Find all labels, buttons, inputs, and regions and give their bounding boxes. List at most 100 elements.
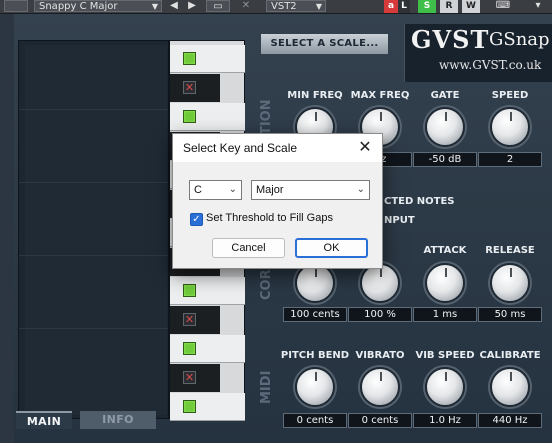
gvst-logo: GVST GSnap www.GVST.co.uk: [404, 24, 552, 82]
knob-indicator: [380, 372, 382, 381]
note-disabled-x-icon[interactable]: ✕: [183, 371, 196, 384]
knob-indicator: [510, 268, 512, 277]
detection-label-3: Speed: [491, 90, 529, 101]
chevron-down-icon: ⌄: [356, 184, 365, 195]
dialog-titlebar: Select Key and Scale ✕: [173, 134, 382, 162]
fill-gaps-label: Set Threshold to Fill Gaps: [206, 212, 333, 224]
correction-label-2: Attack: [423, 245, 467, 256]
logo-product: GSnap: [489, 29, 550, 50]
knob-indicator: [510, 372, 512, 381]
automation-l-button[interactable]: L: [398, 0, 410, 13]
midi-knob-1[interactable]: [360, 367, 400, 407]
note-enabled-led[interactable]: [183, 342, 196, 355]
midi-value-2: 1.0 Hz: [413, 413, 477, 428]
save-preset-icon[interactable]: ▭: [206, 0, 230, 12]
midi-knob-2[interactable]: [425, 367, 465, 407]
tab-info[interactable]: Info: [80, 411, 156, 429]
automation-a-button[interactable]: a: [384, 0, 398, 13]
correction-value-2: 1 ms: [413, 307, 477, 322]
preset-name: Snappy C Major: [39, 1, 118, 12]
note-disabled-x-icon[interactable]: ✕: [183, 313, 196, 326]
midi-value-0: 0 cents: [283, 413, 347, 428]
display-gridline: [19, 109, 168, 110]
detection-label-2: Gate: [430, 90, 460, 101]
midi-value-1: 0 cents: [348, 413, 412, 428]
key-select-value: C: [194, 184, 202, 196]
midi-value-3: 440 Hz: [478, 413, 542, 428]
pitch-display-grid: [25, 45, 167, 415]
knob-indicator: [315, 372, 317, 381]
chevron-down-icon[interactable]: ▾: [530, 0, 546, 12]
chevron-down-icon: ▼: [151, 2, 158, 11]
display-gridline: [19, 182, 168, 183]
detection-label-0: Min Freq: [287, 90, 343, 101]
knob-indicator: [445, 268, 447, 277]
input-label: nput: [384, 215, 415, 226]
midi-label-0: Pitch Bend: [280, 350, 350, 361]
detection-value-2: -50 dB: [413, 152, 477, 167]
note-enabled-led[interactable]: [183, 400, 196, 413]
keyboard-icon[interactable]: ⌨: [488, 0, 518, 12]
next-preset-icon[interactable]: ▶: [186, 0, 198, 12]
read-r-button[interactable]: R: [440, 0, 458, 13]
detection-knob-3[interactable]: [490, 107, 530, 147]
plugin-slot-dropdown[interactable]: VST2 ▼: [266, 0, 326, 12]
detection-knob-2[interactable]: [425, 107, 465, 147]
black-key: ✕: [170, 364, 220, 392]
key-select[interactable]: C ⌄: [189, 180, 242, 200]
note-enabled-led[interactable]: [183, 284, 196, 297]
preset-dropdown[interactable]: Snappy C Major ▼: [34, 0, 162, 12]
knob-indicator: [510, 112, 512, 121]
display-gridline: [19, 255, 168, 256]
black-key: ✕: [170, 306, 220, 334]
white-key: [170, 393, 245, 421]
select-key-scale-dialog: Select Key and Scale ✕ C ⌄ Major ⌄ ✓ Set…: [172, 133, 383, 269]
note-enabled-led[interactable]: [183, 52, 196, 65]
knob-indicator: [315, 112, 317, 121]
dialog-body: C ⌄ Major ⌄ ✓ Set Threshold to Fill Gaps…: [173, 162, 382, 268]
midi-label-1: Vibrato: [355, 350, 405, 361]
midi-knob-3[interactable]: [490, 367, 530, 407]
correction-knob-1[interactable]: [360, 263, 400, 303]
correction-knob-0[interactable]: [295, 263, 335, 303]
correction-knob-2[interactable]: [425, 263, 465, 303]
scale-select[interactable]: Major ⌄: [251, 180, 370, 200]
note-enabled-led[interactable]: [183, 110, 196, 123]
dialog-title: Select Key and Scale: [183, 141, 298, 155]
host-toolbar: Snappy C Major ▼ ◀ ▶ ▭ ✕ VST2 ▼ a L S R …: [0, 0, 552, 14]
correction-value-1: 100 %: [348, 307, 412, 322]
ok-button[interactable]: OK: [295, 238, 368, 258]
cancel-button[interactable]: Cancel: [212, 238, 285, 258]
prev-preset-icon[interactable]: ◀: [168, 0, 180, 12]
detection-label-1: Max Freq: [350, 90, 410, 101]
scale-select-value: Major: [256, 184, 284, 196]
knob-indicator: [315, 268, 317, 277]
fill-gaps-checkbox[interactable]: ✓: [190, 213, 203, 226]
logo-url: www.GVST.co.uk: [439, 58, 542, 72]
midi-label-3: Calibrate: [479, 350, 541, 361]
knob-indicator: [445, 372, 447, 381]
white-key: [170, 103, 245, 131]
knob-indicator: [445, 112, 447, 121]
left-border: [0, 14, 14, 443]
midi-label-2: Vib Speed: [415, 350, 475, 361]
midi-knob-0[interactable]: [295, 367, 335, 407]
detection-value-3: 2: [478, 152, 542, 167]
white-key: [170, 335, 245, 363]
host-menu-button[interactable]: [4, 0, 28, 12]
logo-brand: GVST: [411, 25, 490, 54]
write-w-button[interactable]: W: [462, 0, 480, 13]
knob-indicator: [380, 112, 382, 121]
chevron-down-icon: ⌄: [228, 184, 237, 195]
selected-notes-label: cted notes: [384, 196, 455, 207]
close-icon[interactable]: ✕: [356, 137, 374, 157]
display-gridline: [19, 328, 168, 329]
note-disabled-x-icon[interactable]: ✕: [183, 81, 196, 94]
chevron-down-icon: ▼: [315, 2, 322, 11]
select-scale-button[interactable]: Select a scale...: [260, 33, 389, 55]
tab-main[interactable]: Main: [16, 411, 72, 429]
sidechain-s-button[interactable]: S: [418, 0, 436, 13]
correction-value-0: 100 cents: [283, 307, 347, 322]
correction-knob-3[interactable]: [490, 263, 530, 303]
delete-preset-icon[interactable]: ✕: [238, 0, 254, 12]
